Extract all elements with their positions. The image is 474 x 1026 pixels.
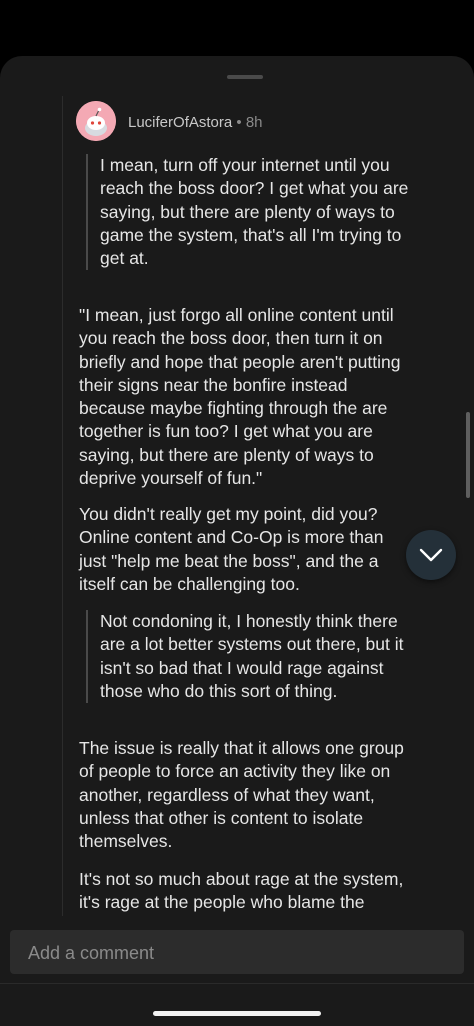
timestamp: 8h bbox=[245, 114, 263, 131]
text-line: The issue is really that it allows one g… bbox=[79, 738, 404, 758]
blockquote-1: I mean, turn off your internet until you… bbox=[86, 154, 409, 271]
text-line: briefly and hope that people aren't putt… bbox=[79, 351, 401, 372]
paragraph-4: It's not so much about rage at the syste… bbox=[79, 868, 403, 915]
comment-thread: LuciferOfAstora • 8h I mean, turn off yo… bbox=[0, 96, 474, 916]
quote-line: I mean, turn off your internet until you bbox=[100, 155, 390, 175]
quote-line: game the system, that's all I'm trying t… bbox=[100, 224, 402, 245]
text-line: another, regardless of what they want, bbox=[79, 784, 375, 805]
scroll-to-next-button[interactable] bbox=[406, 530, 456, 580]
paragraph-2: You didn't really get my point, did you?… bbox=[79, 503, 383, 596]
thread-line[interactable] bbox=[62, 96, 63, 916]
text-line: themselves. bbox=[79, 831, 173, 852]
username[interactable]: LuciferOfAstora bbox=[128, 114, 232, 131]
home-indicator[interactable] bbox=[153, 1011, 321, 1016]
quote-line: reach the boss door? I get what you are bbox=[100, 178, 409, 199]
sheet-grabber[interactable] bbox=[227, 75, 263, 79]
quote-line: are a lot better systems out there, but … bbox=[100, 634, 404, 655]
chevron-down-icon bbox=[419, 548, 443, 562]
scrollbar[interactable] bbox=[466, 412, 470, 498]
divider bbox=[0, 983, 474, 984]
quote-line: those who do this sort of thing. bbox=[100, 680, 338, 701]
quote-line: Not condoning it, I honestly think there bbox=[100, 611, 398, 631]
text-line: itself can be challenging too. bbox=[79, 573, 300, 594]
text-line: deprive yourself of fun." bbox=[79, 468, 263, 489]
text-line: You didn't really get my point, did you? bbox=[79, 504, 378, 524]
paragraph-3: The issue is really that it allows one g… bbox=[79, 737, 404, 853]
text-line: saying, but there are plenty of ways to bbox=[79, 444, 374, 465]
quote-line: isn't so bad that I would rage against bbox=[100, 657, 384, 678]
text-line: together is fun too? I get what you are bbox=[79, 421, 373, 442]
text-line: their signs near the bonfire instead bbox=[79, 374, 348, 395]
text-line: you reach the boss door, then turn it on bbox=[79, 328, 383, 349]
blockquote-2: Not condoning it, I honestly think there… bbox=[86, 610, 404, 704]
quote-line: saying, but there are plenty of ways to bbox=[100, 201, 395, 222]
quote-line: get at. bbox=[100, 248, 149, 269]
text-line: of people to force an activity they like… bbox=[79, 761, 391, 782]
separator-dot: • bbox=[236, 114, 242, 131]
comment-input[interactable] bbox=[26, 930, 450, 976]
user-avatar[interactable] bbox=[76, 101, 116, 141]
text-line: unless that other is content to isolate bbox=[79, 807, 364, 828]
text-line: It's not so much about rage at the syste… bbox=[79, 869, 404, 889]
paragraph-1: "I mean, just forgo all online content u… bbox=[79, 304, 401, 490]
text-line: "I mean, just forgo all online content u… bbox=[79, 305, 394, 325]
text-line: Online content and Co-Op is more than bbox=[79, 527, 384, 548]
snoo-avatar-icon bbox=[76, 101, 116, 141]
text-line: it's rage at the people who blame the bbox=[79, 892, 365, 913]
comment-box[interactable] bbox=[10, 930, 464, 976]
text-line: because maybe fighting through the are bbox=[79, 398, 388, 419]
comment-author-line: LuciferOfAstora • 8h bbox=[128, 114, 263, 131]
text-line: just "help me beat the boss", and the a bbox=[79, 550, 379, 571]
